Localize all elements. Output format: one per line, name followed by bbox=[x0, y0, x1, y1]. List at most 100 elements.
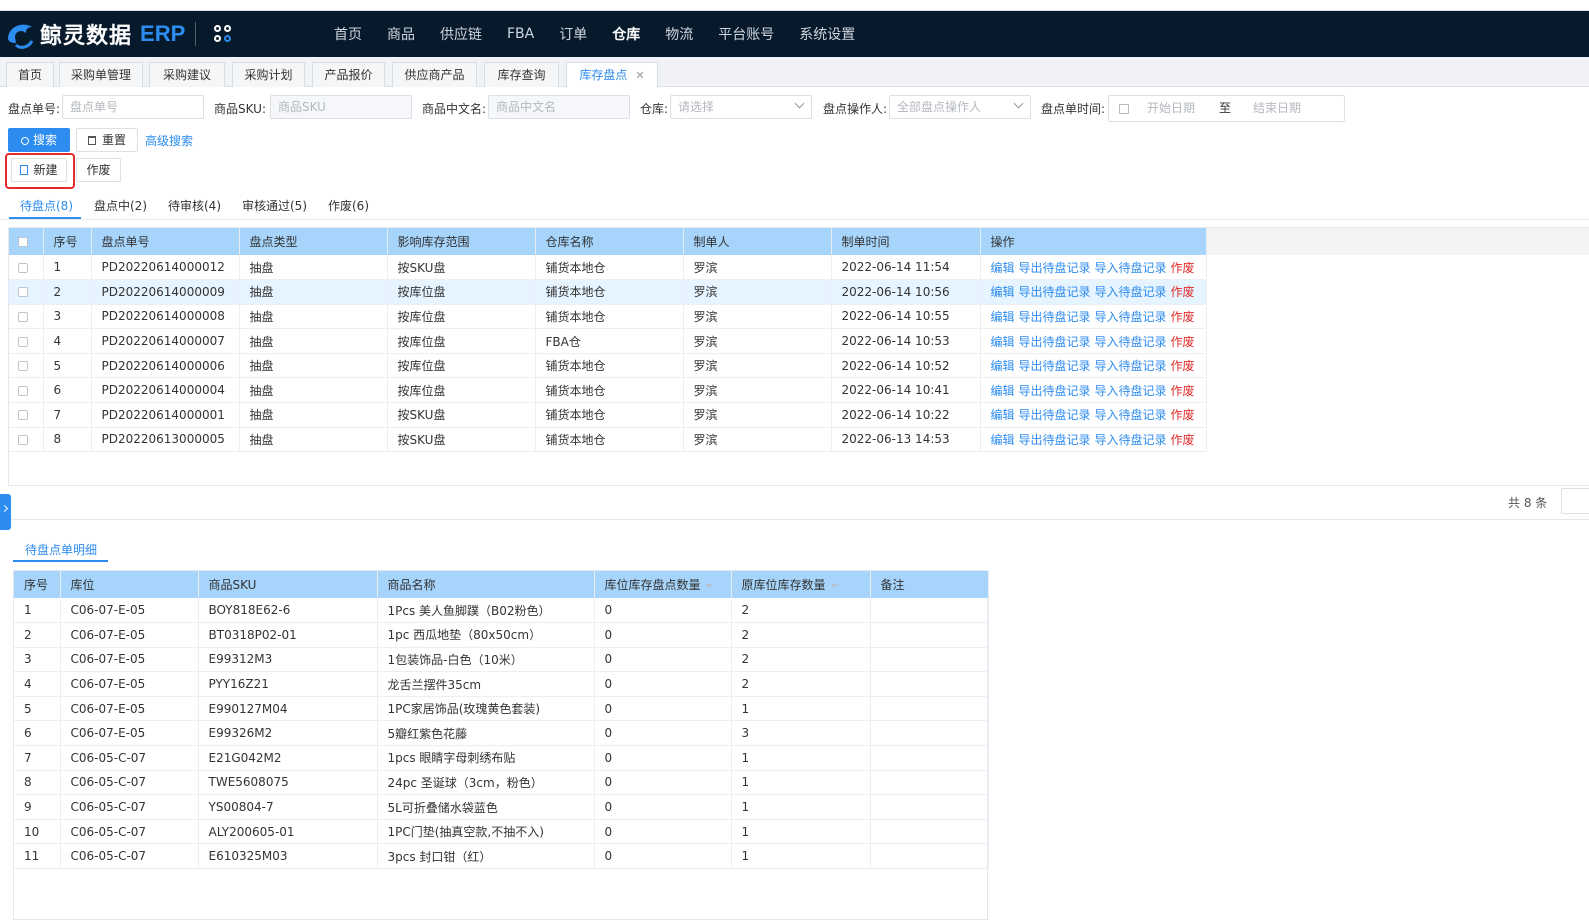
table-row[interactable]: 1 PD20220614000012 抽盘 按SKU盘 铺货本地仓 罗滨 2022-06-1… bbox=[9, 255, 1207, 281]
search-button[interactable]: 搜索 bbox=[8, 128, 70, 152]
nav-item-home[interactable]: 首页 bbox=[334, 24, 362, 44]
table-row[interactable]: 4 PD20220614000007 抽盘 按库位盘 FBA仓 罗滨 2022-06-14 … bbox=[9, 328, 1207, 354]
page-tab-inventory-count[interactable]: 库存盘点 ✕ bbox=[566, 62, 658, 88]
void-link[interactable]: 作废 bbox=[1171, 433, 1195, 447]
import-link[interactable]: 导入待盘记录 bbox=[1095, 335, 1167, 349]
order-no-input[interactable]: 盘点单号 bbox=[62, 95, 204, 119]
checkbox[interactable] bbox=[18, 287, 28, 298]
void-link[interactable]: 作废 bbox=[1171, 335, 1195, 349]
detail-tab[interactable]: 待盘点单明细 bbox=[25, 541, 97, 558]
detail-row[interactable]: 4 C06-07-E-05 PYY16Z21 龙舌兰摆件35cm 0 2 bbox=[14, 671, 989, 697]
nav-item-products[interactable]: 商品 bbox=[387, 24, 415, 44]
edit-link[interactable]: 编辑 bbox=[991, 384, 1015, 398]
status-tab-counting[interactable]: 盘点中(2) bbox=[94, 197, 147, 214]
nav-item-system-settings[interactable]: 系统设置 bbox=[799, 24, 855, 44]
detail-col-original-qty[interactable]: 原库位库存数量 bbox=[731, 571, 871, 598]
export-link[interactable]: 导出待盘记录 bbox=[1019, 384, 1091, 398]
edit-link[interactable]: 编辑 bbox=[991, 433, 1015, 447]
table-row[interactable]: 2 PD20220614000009 抽盘 按库位盘 铺货本地仓 罗滨 2022-06-14… bbox=[9, 279, 1207, 305]
import-link[interactable]: 导入待盘记录 bbox=[1095, 310, 1167, 324]
status-tab-voided[interactable]: 作废(6) bbox=[328, 197, 369, 214]
page-tab-product-quotes[interactable]: 产品报价 bbox=[312, 62, 385, 87]
status-tab-pending[interactable]: 待盘点(8) bbox=[20, 197, 73, 214]
nav-item-supply-chain[interactable]: 供应链 bbox=[440, 24, 482, 44]
import-link[interactable]: 导入待盘记录 bbox=[1095, 384, 1167, 398]
detail-col-counted-qty[interactable]: 库位库存盘点数量 bbox=[594, 571, 732, 598]
void-link[interactable]: 作废 bbox=[1171, 359, 1195, 373]
row-checkbox-cell[interactable] bbox=[9, 427, 44, 453]
row-checkbox-cell[interactable] bbox=[9, 353, 44, 379]
import-link[interactable]: 导入待盘记录 bbox=[1095, 359, 1167, 373]
page-size-select[interactable] bbox=[1561, 488, 1589, 514]
sku-input[interactable]: 商品SKU bbox=[270, 95, 412, 119]
export-link[interactable]: 导出待盘记录 bbox=[1019, 433, 1091, 447]
edit-link[interactable]: 编辑 bbox=[991, 285, 1015, 299]
checkbox[interactable] bbox=[18, 336, 28, 347]
date-range-picker[interactable]: 开始日期 至 结束日期 bbox=[1108, 95, 1345, 122]
detail-row[interactable]: 11 C06-05-C-07 E610325M03 3pcs 封口钳（红） 0 1 bbox=[14, 843, 989, 870]
detail-row[interactable]: 2 C06-07-E-05 BT0318P02-01 1pc 西瓜地垫（80x50cm… bbox=[14, 622, 989, 648]
sort-icon[interactable] bbox=[705, 583, 712, 588]
checkbox[interactable] bbox=[18, 361, 28, 372]
close-tab-icon[interactable]: ✕ bbox=[635, 69, 644, 82]
void-link[interactable]: 作废 bbox=[1171, 285, 1195, 299]
row-checkbox-cell[interactable] bbox=[9, 328, 44, 354]
edit-link[interactable]: 编辑 bbox=[991, 408, 1015, 422]
detail-row[interactable]: 7 C06-05-C-07 E21G042M2 1pcs 眼睛字母刺绣布贴 0 1 bbox=[14, 745, 989, 771]
import-link[interactable]: 导入待盘记录 bbox=[1095, 408, 1167, 422]
table-row[interactable]: 5 PD20220614000006 抽盘 按库位盘 铺货本地仓 罗滨 2022-06-14… bbox=[9, 353, 1207, 379]
table-row[interactable]: 3 PD20220614000008 抽盘 按库位盘 铺货本地仓 罗滨 2022-06-14… bbox=[9, 304, 1207, 330]
app-logo[interactable]: 鲸灵数据 ERP bbox=[4, 17, 185, 51]
export-link[interactable]: 导出待盘记录 bbox=[1019, 335, 1091, 349]
detail-row[interactable]: 5 C06-07-E-05 E990127M04 1PC家居饰品(玫瑰黄色套装) 0 1 bbox=[14, 696, 989, 722]
export-link[interactable]: 导出待盘记录 bbox=[1019, 310, 1091, 324]
import-link[interactable]: 导入待盘记录 bbox=[1095, 285, 1167, 299]
page-tab-purchase-suggestions[interactable]: 采购建议 bbox=[149, 62, 225, 87]
sidebar-expand-handle[interactable] bbox=[0, 494, 11, 530]
sort-icon[interactable] bbox=[830, 583, 837, 588]
edit-link[interactable]: 编辑 bbox=[991, 310, 1015, 324]
detail-row[interactable]: 3 C06-07-E-05 E99312M3 1包装饰品-白色（10米） 0 2 bbox=[14, 647, 989, 673]
checkbox[interactable] bbox=[18, 410, 28, 421]
row-checkbox-cell[interactable] bbox=[9, 377, 44, 404]
void-link[interactable]: 作废 bbox=[1171, 408, 1195, 422]
advanced-search-link[interactable]: 高级搜索 bbox=[145, 132, 193, 149]
apps-grid-icon[interactable] bbox=[214, 25, 232, 43]
row-checkbox-cell[interactable] bbox=[9, 304, 44, 330]
warehouse-select[interactable]: 请选择 bbox=[670, 95, 812, 119]
row-checkbox-cell[interactable] bbox=[9, 255, 44, 281]
table-row[interactable]: 6 PD20220614000004 抽盘 按库位盘 铺货本地仓 罗滨 2022-06-14… bbox=[9, 377, 1207, 404]
detail-row[interactable]: 9 C06-05-C-07 YS00804-7 5L可折叠储水袋蓝色 0 1 bbox=[14, 794, 989, 820]
operator-select[interactable]: 全部盘点操作人 bbox=[889, 95, 1031, 119]
void-link[interactable]: 作废 bbox=[1171, 261, 1195, 275]
reset-button[interactable]: 重置 bbox=[76, 128, 138, 152]
edit-link[interactable]: 编辑 bbox=[991, 359, 1015, 373]
nav-item-fba[interactable]: FBA bbox=[507, 26, 534, 42]
export-link[interactable]: 导出待盘记录 bbox=[1019, 261, 1091, 275]
checkbox[interactable] bbox=[18, 262, 28, 273]
void-link[interactable]: 作废 bbox=[1171, 310, 1195, 324]
nav-item-warehouse[interactable]: 仓库 bbox=[612, 24, 640, 44]
nav-item-orders[interactable]: 订单 bbox=[559, 24, 587, 44]
export-link[interactable]: 导出待盘记录 bbox=[1019, 408, 1091, 422]
status-tab-approved[interactable]: 审核通过(5) bbox=[242, 197, 307, 214]
import-link[interactable]: 导入待盘记录 bbox=[1095, 261, 1167, 275]
table-row[interactable]: 7 PD20220614000001 抽盘 按SKU盘 铺货本地仓 罗滨 2022-06-1… bbox=[9, 402, 1207, 428]
edit-link[interactable]: 编辑 bbox=[991, 261, 1015, 275]
detail-row[interactable]: 6 C06-07-E-05 E99326M2 5瓣红紫色花藤 0 3 bbox=[14, 720, 989, 747]
checkbox[interactable] bbox=[18, 311, 28, 322]
table-row[interactable]: 8 PD20220613000005 抽盘 按SKU盘 铺货本地仓 罗滨 2022-06-1… bbox=[9, 427, 1207, 453]
checkbox[interactable] bbox=[18, 237, 28, 247]
row-checkbox-cell[interactable] bbox=[9, 279, 44, 305]
detail-row[interactable]: 8 C06-05-C-07 TWE5608075 24pc 圣诞球（3cm，粉色） 0 1 bbox=[14, 770, 989, 796]
checkbox[interactable] bbox=[18, 385, 28, 396]
page-tab-home[interactable]: 首页 bbox=[6, 62, 54, 87]
page-tab-purchase-orders[interactable]: 采购单管理 bbox=[59, 62, 143, 87]
export-link[interactable]: 导出待盘记录 bbox=[1019, 285, 1091, 299]
page-tab-inventory-query[interactable]: 库存查询 bbox=[484, 62, 559, 87]
export-link[interactable]: 导出待盘记录 bbox=[1019, 359, 1091, 373]
select-all-checkbox[interactable] bbox=[9, 228, 44, 255]
detail-row[interactable]: 10 C06-05-C-07 ALY200605-01 1PC门垫(抽真空款,不抽不入… bbox=[14, 819, 989, 845]
nav-item-platform-accounts[interactable]: 平台账号 bbox=[718, 24, 774, 44]
cn-name-input[interactable]: 商品中文名 bbox=[488, 95, 630, 119]
